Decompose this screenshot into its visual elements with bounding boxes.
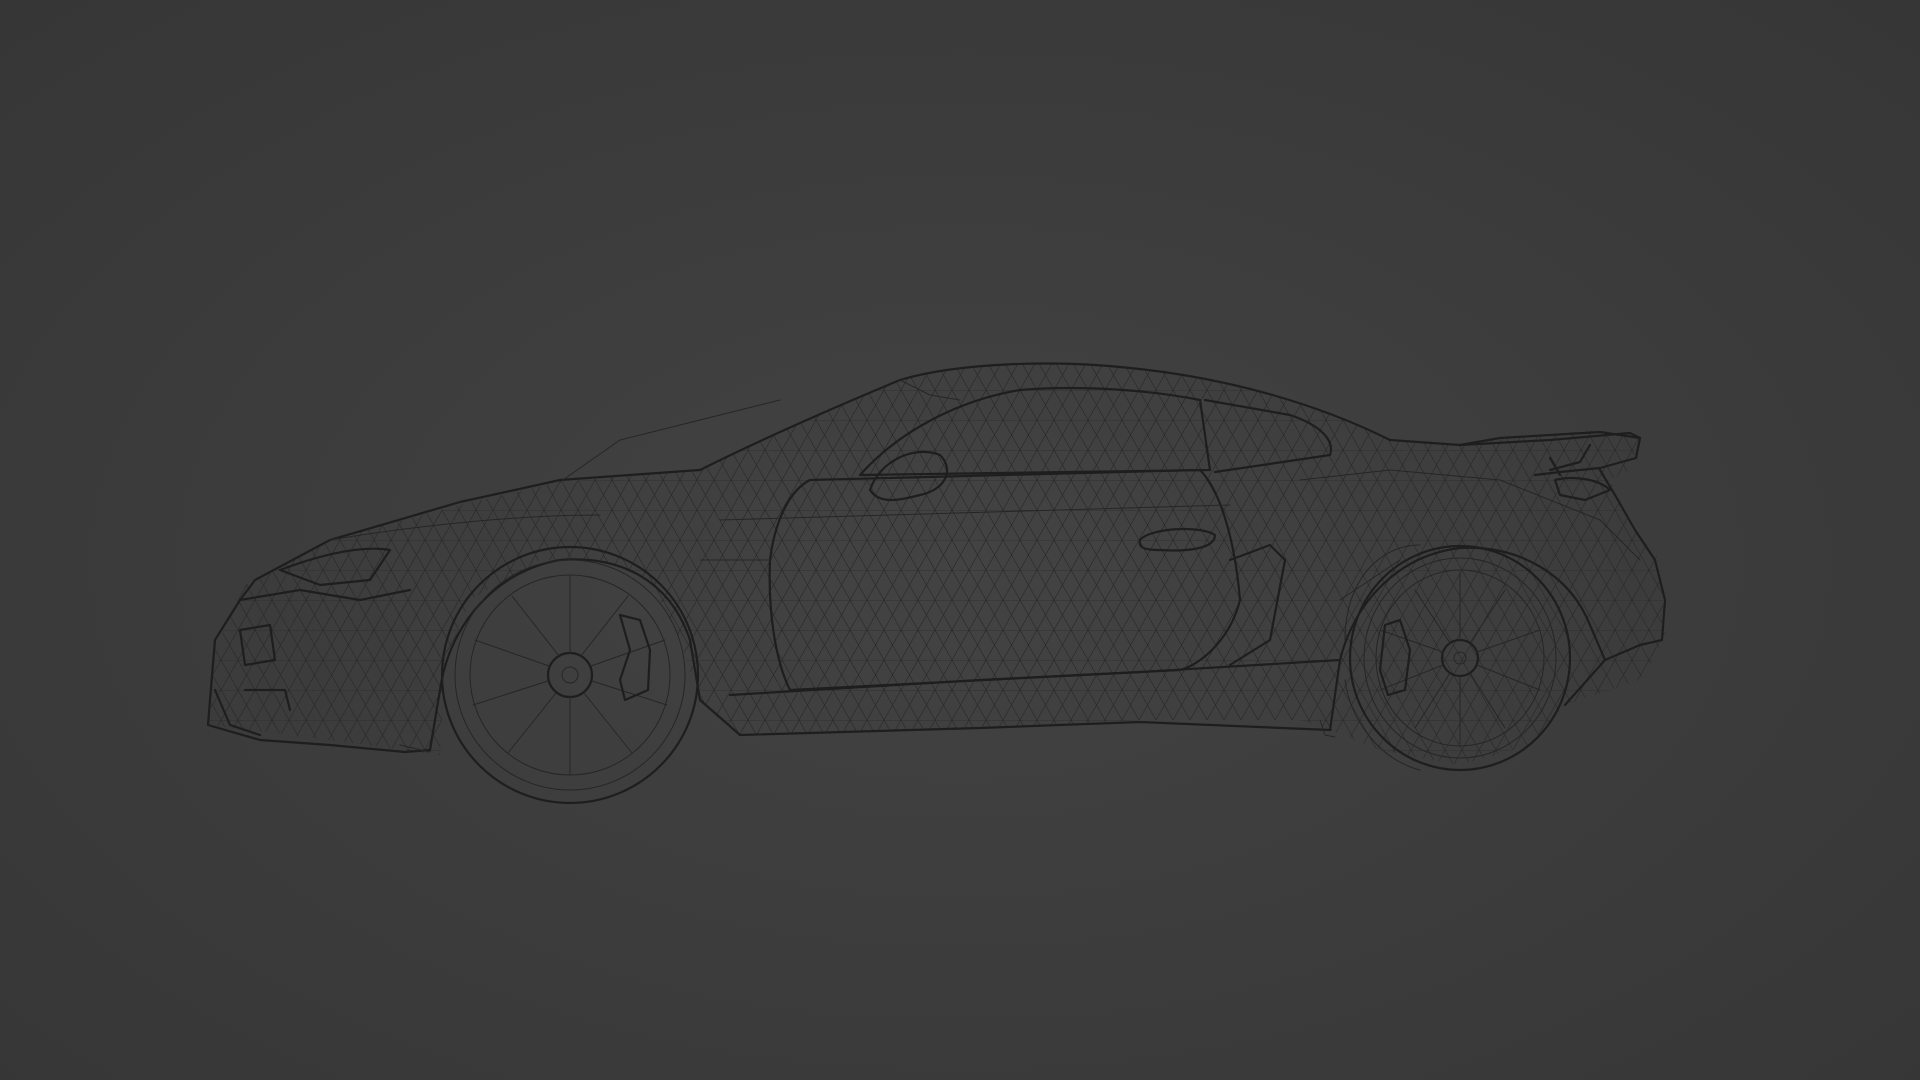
- 3d-viewport[interactable]: [0, 0, 1920, 1080]
- wireframe-car-model[interactable]: [0, 0, 1920, 1080]
